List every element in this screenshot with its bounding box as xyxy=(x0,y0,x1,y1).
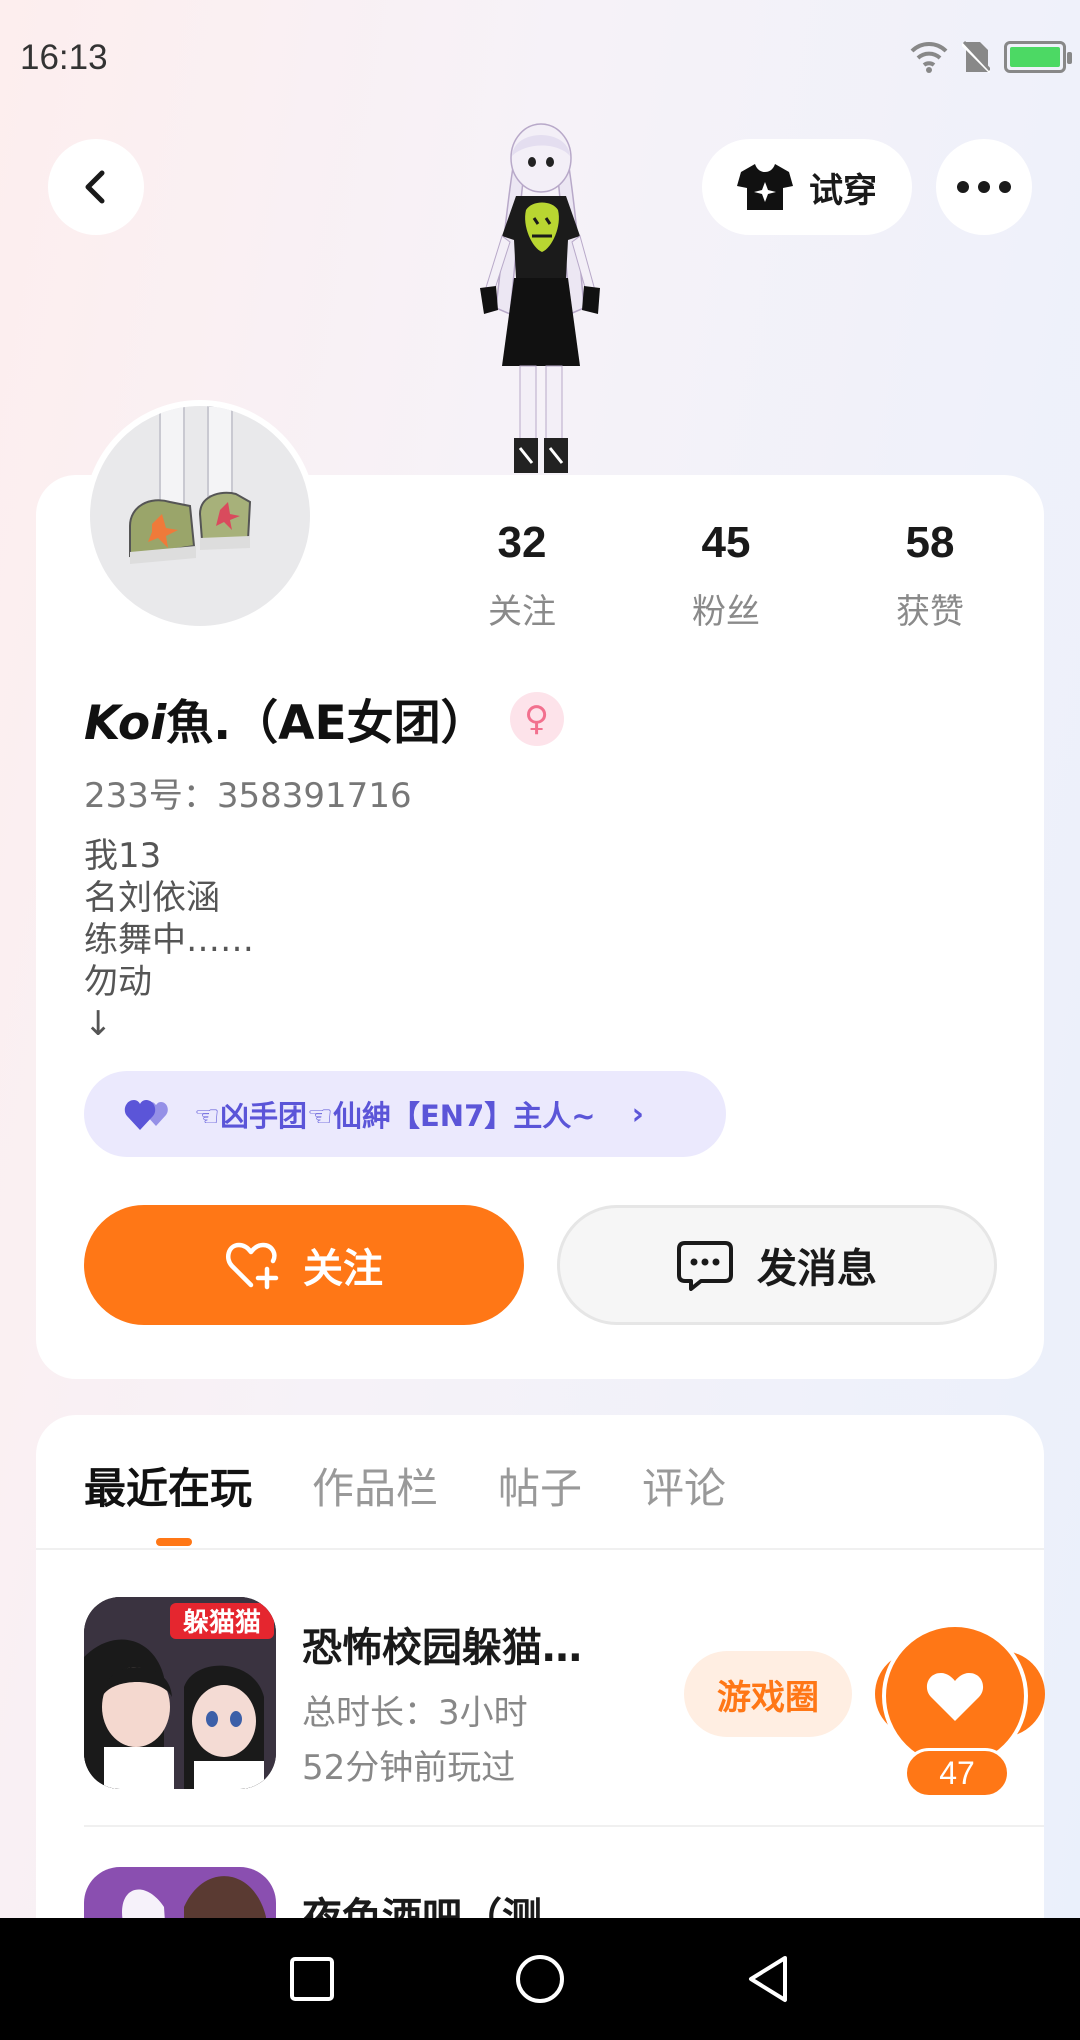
club-badge[interactable]: ☜凶手团☜仙紳【EN7】主人~ › xyxy=(84,1071,726,1157)
like-count: 47 xyxy=(904,1748,1010,1798)
username-prefix: Koi xyxy=(84,696,167,751)
stat-following[interactable]: 32 关注 xyxy=(420,518,624,633)
home-circle-icon[interactable] xyxy=(514,1953,566,2005)
username: Koi魚.（AE女团） xyxy=(84,684,488,753)
avatar[interactable] xyxy=(84,400,316,632)
wifi-icon xyxy=(910,41,948,73)
game-cover-image: 躲猫猫 xyxy=(84,1597,276,1789)
tab-comments[interactable]: 评论 xyxy=(642,1455,726,1516)
try-on-button[interactable]: 试穿 xyxy=(702,139,912,235)
game-last-played: 52分钟前玩过 xyxy=(302,1748,516,1788)
stat-followers-label: 粉丝 xyxy=(692,592,760,632)
female-gender-icon: ♀ xyxy=(509,691,564,746)
back-triangle-icon[interactable] xyxy=(745,1954,791,2004)
no-sim-icon xyxy=(962,40,990,74)
user-id: 233号：358391716 xyxy=(84,776,412,816)
avatar-shoes-image xyxy=(129,406,252,564)
bio-line: 我13 xyxy=(84,836,162,876)
game-title[interactable]: 恐怖校园躲猫… xyxy=(302,1615,582,1673)
chevron-left-icon xyxy=(85,170,105,204)
system-nav-bar xyxy=(0,1918,1080,2040)
stat-followers[interactable]: 45 粉丝 xyxy=(624,518,828,633)
bio-line: 勿动 xyxy=(84,962,152,1002)
username-row: Koi魚.（AE女团） ♀ xyxy=(84,684,564,753)
club-label: ☜凶手团☜仙紳【EN7】主人~ xyxy=(194,1099,596,1133)
tab-posts[interactable]: 帖子 xyxy=(498,1455,582,1516)
tshirt-icon xyxy=(737,164,793,210)
chat-bubble-icon xyxy=(677,1241,733,1291)
tab-bar: 最近在玩 作品栏 帖子 评论 xyxy=(84,1455,726,1516)
profile-stats: 32 关注 45 粉丝 58 获赞 xyxy=(420,518,1040,633)
tab-recently-played[interactable]: 最近在玩 xyxy=(84,1455,252,1516)
avatar-3d-figure[interactable] xyxy=(440,118,640,473)
tab-active-indicator xyxy=(156,1538,192,1546)
status-icons xyxy=(910,40,1072,74)
stat-likes-count: 58 xyxy=(905,518,955,567)
bio-line: ↓ xyxy=(84,1004,113,1044)
follow-label: 关注 xyxy=(303,1246,383,1292)
stat-followers-count: 45 xyxy=(701,518,751,567)
status-time: 16:13 xyxy=(20,38,108,77)
battery-icon xyxy=(1004,41,1072,73)
more-button[interactable] xyxy=(936,139,1032,235)
back-button[interactable] xyxy=(48,139,144,235)
username-rest: 魚.（AE女团） xyxy=(166,696,488,751)
stat-likes-label: 获赞 xyxy=(896,592,964,632)
tab-works[interactable]: 作品栏 xyxy=(312,1455,438,1516)
tabs-divider xyxy=(36,1548,1044,1550)
bio-line: 练舞中…… xyxy=(84,920,254,960)
game-icon-label: 躲猫猫 xyxy=(183,1608,261,1638)
game-icon[interactable]: 躲猫猫 xyxy=(84,1597,276,1789)
stat-following-count: 32 xyxy=(497,518,547,567)
bio-line: 名刘依涵 xyxy=(84,878,220,918)
chevron-right-icon: › xyxy=(631,1096,644,1132)
more-dots-icon xyxy=(957,181,1011,193)
double-heart-icon xyxy=(124,1100,168,1130)
send-message-button[interactable]: 发消息 xyxy=(557,1205,997,1325)
heart-icon xyxy=(926,1673,984,1721)
heart-plus-icon xyxy=(225,1242,279,1290)
game-duration: 总时长：3小时 xyxy=(302,1693,528,1733)
try-on-label: 试穿 xyxy=(809,170,877,211)
game-circle-button[interactable]: 游戏圈 xyxy=(684,1651,852,1737)
follow-button[interactable]: 关注 xyxy=(84,1205,524,1325)
status-bar: 16:13 xyxy=(0,0,1080,110)
send-message-label: 发消息 xyxy=(757,1246,877,1292)
stat-likes[interactable]: 58 获赞 xyxy=(828,518,1032,633)
row-divider xyxy=(84,1825,1044,1827)
recents-square-icon[interactable] xyxy=(289,1956,335,2002)
bio: 我13 名刘依涵 练舞中…… 勿动 ↓ xyxy=(84,835,254,1045)
stat-following-label: 关注 xyxy=(488,592,556,632)
